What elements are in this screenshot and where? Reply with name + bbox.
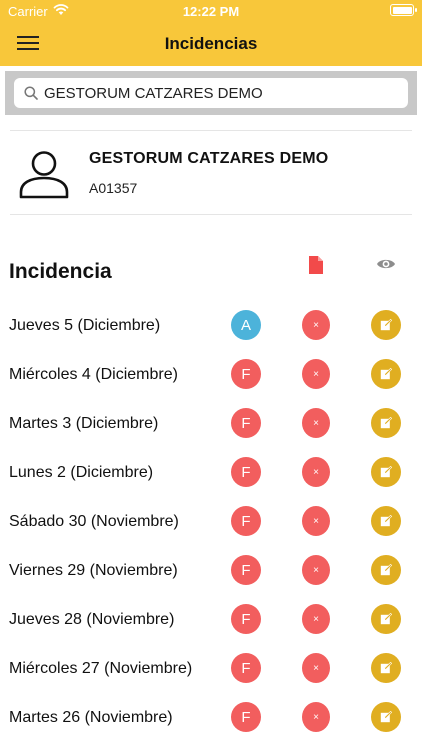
close-icon[interactable]: × — [302, 506, 330, 536]
search-icon — [24, 86, 38, 105]
search-box[interactable] — [14, 78, 408, 108]
user-name: GESTORUM CATZARES DEMO — [89, 150, 329, 167]
status-bar: Carrier 12:22 PM — [0, 0, 422, 22]
battery-icon — [390, 4, 417, 16]
edit-icon[interactable] — [371, 702, 401, 732]
list-item[interactable]: Martes 26 (Noviembre) F × — [0, 697, 422, 741]
list-item-label: Lunes 2 (Diciembre) — [9, 464, 154, 481]
list-item[interactable]: Martes 3 (Diciembre) F × — [0, 403, 422, 447]
list-item-label: Sábado 30 (Noviembre) — [9, 513, 179, 530]
close-icon[interactable]: × — [302, 359, 330, 389]
top-bar: Carrier 12:22 PM Incidencias — [0, 0, 422, 66]
list-item-label: Viernes 29 (Noviembre) — [9, 562, 178, 579]
close-icon[interactable]: × — [302, 702, 330, 732]
status-badge[interactable]: F — [231, 702, 261, 732]
edit-icon[interactable] — [371, 408, 401, 438]
status-badge[interactable]: F — [231, 506, 261, 536]
close-icon[interactable]: × — [302, 555, 330, 585]
list-item[interactable]: Sábado 30 (Noviembre) F × — [0, 501, 422, 545]
list-item[interactable]: Viernes 29 (Noviembre) F × — [0, 550, 422, 594]
user-icon — [18, 148, 70, 205]
edit-icon[interactable] — [371, 604, 401, 634]
list-item-label: Jueves 28 (Noviembre) — [9, 611, 175, 628]
close-icon[interactable]: × — [302, 653, 330, 683]
status-badge[interactable]: F — [231, 555, 261, 585]
clock: 12:22 PM — [182, 4, 240, 19]
status-badge[interactable]: F — [231, 653, 261, 683]
search-bar — [5, 71, 417, 115]
status-badge[interactable]: A — [231, 310, 261, 340]
edit-icon[interactable] — [371, 457, 401, 487]
close-icon[interactable]: × — [302, 457, 330, 487]
close-icon[interactable]: × — [302, 604, 330, 634]
edit-icon[interactable] — [371, 555, 401, 585]
page-title: Incidencias — [164, 34, 258, 53]
status-badge[interactable]: F — [231, 359, 261, 389]
list-item[interactable]: Jueves 5 (Diciembre) A × — [0, 305, 422, 349]
status-badge[interactable]: F — [231, 604, 261, 634]
eye-icon — [376, 257, 396, 276]
divider — [10, 214, 412, 215]
status-badge[interactable]: F — [231, 457, 261, 487]
edit-icon[interactable] — [371, 359, 401, 389]
list-item-label: Miércoles 27 (Noviembre) — [9, 660, 193, 677]
list-item-label: Martes 26 (Noviembre) — [9, 709, 173, 726]
list-item[interactable]: Jueves 28 (Noviembre) F × — [0, 599, 422, 643]
list-item-label: Miércoles 4 (Diciembre) — [9, 366, 178, 383]
list-item[interactable]: Miércoles 4 (Diciembre) F × — [0, 354, 422, 398]
edit-icon[interactable] — [371, 310, 401, 340]
divider — [10, 130, 412, 131]
list-item[interactable]: Miércoles 27 (Noviembre) F × — [0, 648, 422, 692]
list-item-label: Jueves 5 (Diciembre) — [9, 317, 161, 334]
document-icon — [309, 256, 323, 279]
list-item[interactable]: Lunes 2 (Diciembre) F × — [0, 452, 422, 496]
edit-icon[interactable] — [371, 653, 401, 683]
status-badge[interactable]: F — [231, 408, 261, 438]
user-code: A01357 — [89, 180, 138, 196]
edit-icon[interactable] — [371, 506, 401, 536]
list-title: Incidencia — [9, 260, 112, 283]
list-item-label: Martes 3 (Diciembre) — [9, 415, 159, 432]
close-icon[interactable]: × — [302, 310, 330, 340]
search-input[interactable] — [44, 78, 399, 108]
close-icon[interactable]: × — [302, 408, 330, 438]
